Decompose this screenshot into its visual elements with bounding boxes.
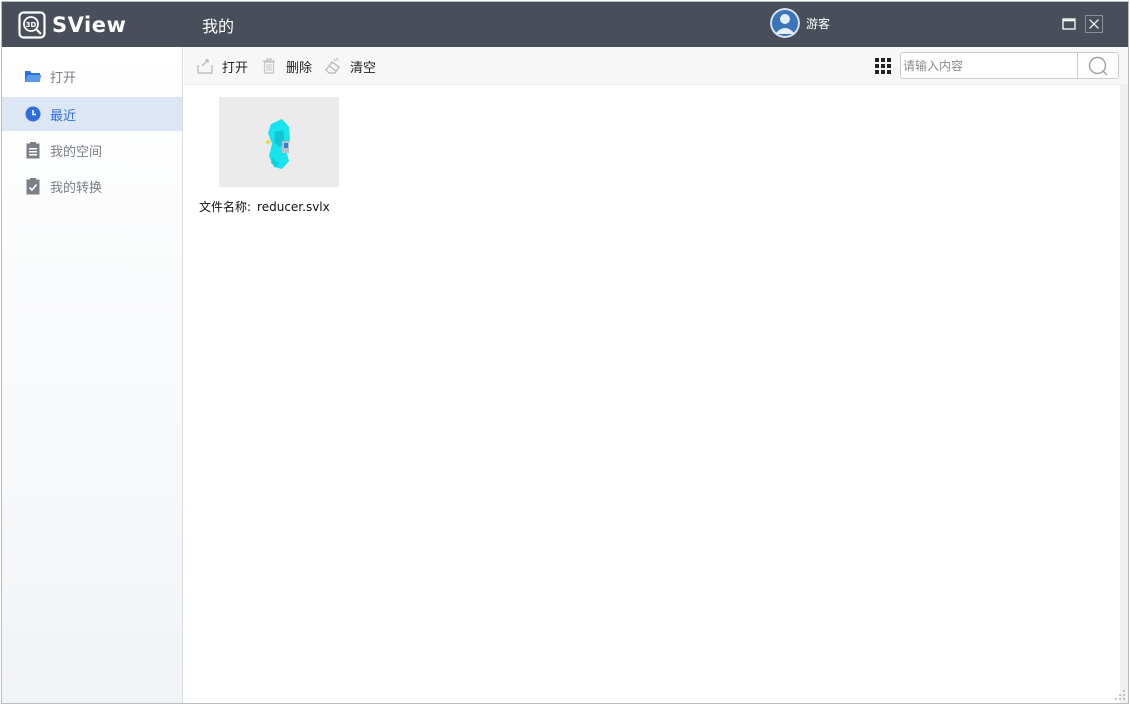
resize-grip-icon[interactable] bbox=[1114, 689, 1126, 701]
app-logo: 3D SView bbox=[18, 10, 126, 40]
clipboard-check-icon bbox=[24, 177, 42, 195]
user-account[interactable]: 游客 bbox=[770, 8, 830, 38]
close-icon[interactable] bbox=[1085, 15, 1103, 33]
trash-icon bbox=[263, 58, 275, 74]
document-icon bbox=[24, 141, 42, 159]
page-title: 我的 bbox=[202, 17, 235, 36]
file-list-area: 文件名称: reducer.svlx bbox=[184, 85, 1128, 703]
grid-view-icon[interactable] bbox=[874, 57, 892, 75]
avatar[interactable] bbox=[770, 8, 800, 38]
app-window: 3D SView 我的 游客 打开 最近 我的空间 我的转换 打开 删除 清空 … bbox=[1, 1, 1129, 704]
app-name: SView bbox=[52, 13, 127, 37]
eraser-icon bbox=[325, 57, 340, 74]
clear-button[interactable]: 清空 bbox=[324, 56, 376, 76]
clear-label: 清空 bbox=[350, 60, 377, 76]
title-bar: 3D SView 我的 游客 bbox=[2, 2, 1128, 47]
sidebar-item-open[interactable]: 打开 bbox=[2, 59, 182, 93]
sidebar-item-my-conversions[interactable]: 我的转换 bbox=[2, 169, 182, 203]
search-input[interactable] bbox=[901, 53, 1077, 78]
delete-button[interactable]: 删除 bbox=[260, 56, 312, 76]
sidebar-item-label: 我的空间 bbox=[50, 144, 103, 160]
3d-model-thumbnail bbox=[266, 119, 290, 169]
vertical-scrollbar[interactable] bbox=[1120, 85, 1128, 703]
file-label: 文件名称: reducer.svlx bbox=[199, 198, 330, 215]
sidebar: 打开 最近 我的空间 我的转换 bbox=[2, 47, 183, 703]
folder-open-icon bbox=[24, 67, 42, 85]
search-icon bbox=[1088, 56, 1108, 75]
sidebar-item-label: 我的转换 bbox=[50, 180, 103, 196]
open-button[interactable]: 打开 bbox=[196, 56, 248, 76]
user-avatar-icon bbox=[770, 8, 800, 38]
sview-logo-icon: 3D bbox=[18, 11, 46, 39]
svg-text:3D: 3D bbox=[26, 21, 37, 29]
sidebar-item-my-space[interactable]: 我的空间 bbox=[2, 133, 182, 167]
file-name-prefix: 文件名称: bbox=[199, 200, 252, 214]
open-label: 打开 bbox=[222, 60, 249, 76]
search-box bbox=[900, 52, 1119, 79]
user-name[interactable]: 游客 bbox=[806, 15, 830, 32]
sidebar-item-label: 最近 bbox=[50, 108, 77, 124]
sidebar-item-recent[interactable]: 最近 bbox=[2, 97, 182, 131]
search-button[interactable] bbox=[1077, 53, 1118, 78]
sidebar-item-label: 打开 bbox=[50, 70, 77, 86]
delete-label: 删除 bbox=[286, 60, 313, 76]
toolbar: 打开 删除 清空 bbox=[184, 47, 1128, 85]
file-name: reducer.svlx bbox=[257, 200, 330, 214]
open-file-icon bbox=[197, 59, 213, 74]
clock-icon bbox=[24, 105, 42, 123]
maximize-icon[interactable] bbox=[1060, 15, 1078, 33]
file-thumbnail[interactable] bbox=[219, 97, 339, 187]
